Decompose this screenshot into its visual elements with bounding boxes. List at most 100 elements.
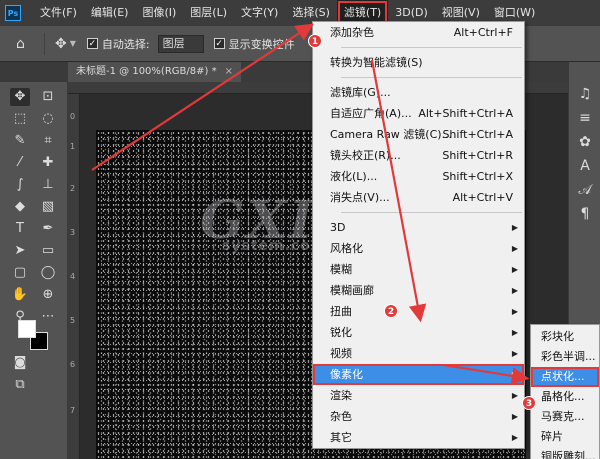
- lasso-tool-icon[interactable]: ◌: [38, 110, 58, 128]
- submenu-item-pointillize[interactable]: 点状化...: [531, 367, 599, 387]
- submenu-arrow-icon: ▶: [511, 244, 518, 253]
- menu-item-convert-smart-filter[interactable]: 转换为智能滤镜(S): [313, 52, 524, 73]
- menu-item-shortcut: Alt+Shift+Ctrl+A: [418, 107, 513, 120]
- submenu-item-mosaic[interactable]: 马赛克...: [531, 407, 599, 427]
- menu-item-label: 模糊: [330, 263, 352, 276]
- move-tool-icon[interactable]: ✥: [55, 36, 67, 52]
- menu-item-shortcut: Shift+Ctrl+R: [442, 149, 513, 162]
- pen-tool-icon[interactable]: ✒: [38, 220, 58, 238]
- menu-item-camera-raw[interactable]: Camera Raw 滤镜(C)... Shift+Ctrl+A: [313, 124, 524, 145]
- submenu-item-mezzotint[interactable]: 铜版雕刻...: [531, 447, 599, 459]
- pixelate-submenu: 彩块化 彩色半调... 点状化... 晶格化... 马赛克... 碎片 铜版雕刻…: [530, 324, 600, 459]
- menu-item-label: Camera Raw 滤镜(C)...: [330, 128, 453, 141]
- submenu-item-crystallize[interactable]: 晶格化...: [531, 387, 599, 407]
- ruler-number: 1: [70, 142, 76, 151]
- quick-select-tool-icon[interactable]: ✎: [10, 132, 30, 150]
- rectangle-tool-icon[interactable]: ▭: [38, 242, 58, 260]
- menu-item-blur-gallery[interactable]: 模糊画廊 ▶: [313, 280, 524, 301]
- menu-file[interactable]: 文件(F): [33, 0, 84, 26]
- step-badge-2: 2: [384, 304, 398, 318]
- submenu-arrow-icon: ▶: [511, 370, 518, 379]
- menu-item-video[interactable]: 视频 ▶: [313, 343, 524, 364]
- step-badge-1: 1: [308, 34, 322, 48]
- menu-item-liquify[interactable]: 液化(L)... Shift+Ctrl+X: [313, 166, 524, 187]
- properties-icon[interactable]: ≡: [577, 110, 593, 126]
- menu-item-distort[interactable]: 扭曲 ▶: [313, 301, 524, 322]
- ruler-number: 6: [70, 360, 76, 369]
- menu-item-render[interactable]: 渲染 ▶: [313, 385, 524, 406]
- menu-item-label: 转换为智能滤镜(S): [330, 56, 423, 69]
- menu-item-label: 镜头校正(R)...: [330, 149, 401, 162]
- menu-item-lens-correction[interactable]: 镜头校正(R)... Shift+Ctrl+R: [313, 145, 524, 166]
- ellipse-tool-icon[interactable]: ◯: [38, 264, 58, 282]
- submenu-arrow-icon: ▶: [511, 286, 518, 295]
- menu-item-vanishing-point[interactable]: 消失点(V)... Alt+Ctrl+V: [313, 187, 524, 208]
- auto-select-label: 自动选择:: [101, 37, 150, 51]
- menu-item-label: 3D: [330, 221, 346, 234]
- ruler-number: 5: [70, 316, 76, 325]
- submenu-arrow-icon: ▶: [511, 328, 518, 337]
- gradient-tool-icon[interactable]: ▧: [38, 198, 58, 216]
- menu-item-add-noise[interactable]: 添加杂色 Alt+Ctrl+F: [313, 22, 524, 43]
- document-tab[interactable]: 未标题-1 @ 100%(RGB/8#) * ×: [68, 62, 241, 82]
- submenu-item-fragment[interactable]: 碎片: [531, 427, 599, 447]
- menu-item-noise[interactable]: 杂色 ▶: [313, 406, 524, 427]
- watermark-text: system.com: [222, 238, 327, 254]
- healing-brush-tool-icon[interactable]: ✚: [38, 154, 58, 172]
- layer-select-dropdown[interactable]: 图层: [157, 34, 204, 53]
- submenu-item-facet[interactable]: 彩块化: [531, 327, 599, 347]
- menu-item-label: 像素化: [330, 368, 363, 381]
- more-tools-icon[interactable]: ⋯: [38, 308, 58, 326]
- menu-type[interactable]: 文字(Y): [234, 0, 285, 26]
- zoom-tool-icon[interactable]: ⊕: [38, 286, 58, 304]
- submenu-item-color-halftone[interactable]: 彩色半调...: [531, 347, 599, 367]
- photoshop-logo: Ps: [5, 5, 21, 21]
- character-icon[interactable]: A: [577, 158, 593, 174]
- document-tab-title: 未标题-1 @ 100%(RGB/8#) *: [76, 66, 217, 77]
- custom-shape-tool-icon[interactable]: ▢: [10, 264, 30, 282]
- quick-mask-icon[interactable]: ◙: [10, 354, 30, 372]
- type-tool-icon[interactable]: T: [10, 220, 30, 238]
- menu-item-stylize[interactable]: 风格化 ▶: [313, 238, 524, 259]
- menu-item-filter-gallery[interactable]: 滤镜库(G)...: [313, 82, 524, 103]
- foreground-color-swatch[interactable]: [18, 320, 36, 338]
- paragraph-icon[interactable]: ¶: [577, 206, 593, 222]
- glyphs-icon[interactable]: 𝒜: [577, 182, 593, 198]
- submenu-arrow-icon: ▶: [511, 412, 518, 421]
- menu-item-sharpen[interactable]: 锐化 ▶: [313, 322, 524, 343]
- eraser-tool-icon[interactable]: ◆: [10, 198, 30, 216]
- crop-tool-icon[interactable]: ⌗: [38, 132, 58, 150]
- menu-divider: [341, 47, 522, 48]
- close-icon[interactable]: ×: [225, 66, 233, 77]
- menu-item-adaptive-wide-angle[interactable]: 自适应广角(A)... Alt+Shift+Ctrl+A: [313, 103, 524, 124]
- show-transform-checkbox[interactable]: ✓: [213, 38, 225, 49]
- menu-layer[interactable]: 图层(L): [183, 0, 234, 26]
- move-tool-icon[interactable]: ✥: [10, 88, 30, 106]
- home-icon[interactable]: ⌂: [16, 36, 34, 52]
- menu-item-other[interactable]: 其它 ▶: [313, 427, 524, 448]
- history-icon[interactable]: ♫: [577, 86, 593, 102]
- ruler-number: 7: [70, 406, 76, 415]
- chevron-down-icon[interactable]: ▼: [70, 39, 76, 48]
- brush-tool-icon[interactable]: ∫: [10, 176, 30, 194]
- hand-tool-icon[interactable]: ✋: [10, 286, 30, 304]
- menu-image[interactable]: 图像(I): [135, 0, 183, 26]
- menu-item-pixelate[interactable]: 像素化 ▶: [313, 364, 524, 385]
- clone-stamp-tool-icon[interactable]: ⊥: [38, 176, 58, 194]
- menu-item-label: 扭曲: [330, 305, 352, 318]
- artboard-tool-icon[interactable]: ⊡: [38, 88, 58, 106]
- marquee-tool-icon[interactable]: ⬚: [10, 110, 30, 128]
- menu-item-shortcut: Alt+Ctrl+F: [453, 26, 513, 39]
- ruler-number: 3: [70, 228, 76, 237]
- auto-select-checkbox[interactable]: ✓: [86, 38, 98, 49]
- divider: [44, 32, 45, 55]
- menu-item-blur[interactable]: 模糊 ▶: [313, 259, 524, 280]
- submenu-arrow-icon: ▶: [511, 307, 518, 316]
- path-select-tool-icon[interactable]: ➤: [10, 242, 30, 260]
- menu-edit[interactable]: 编辑(E): [84, 0, 136, 26]
- screen-mode-icon[interactable]: ⧉: [10, 376, 30, 394]
- menu-item-label: 风格化: [330, 242, 363, 255]
- menu-item-3d[interactable]: 3D ▶: [313, 217, 524, 238]
- eyedropper-tool-icon[interactable]: ⁄: [10, 154, 30, 172]
- swatches-icon[interactable]: ✿: [577, 134, 593, 150]
